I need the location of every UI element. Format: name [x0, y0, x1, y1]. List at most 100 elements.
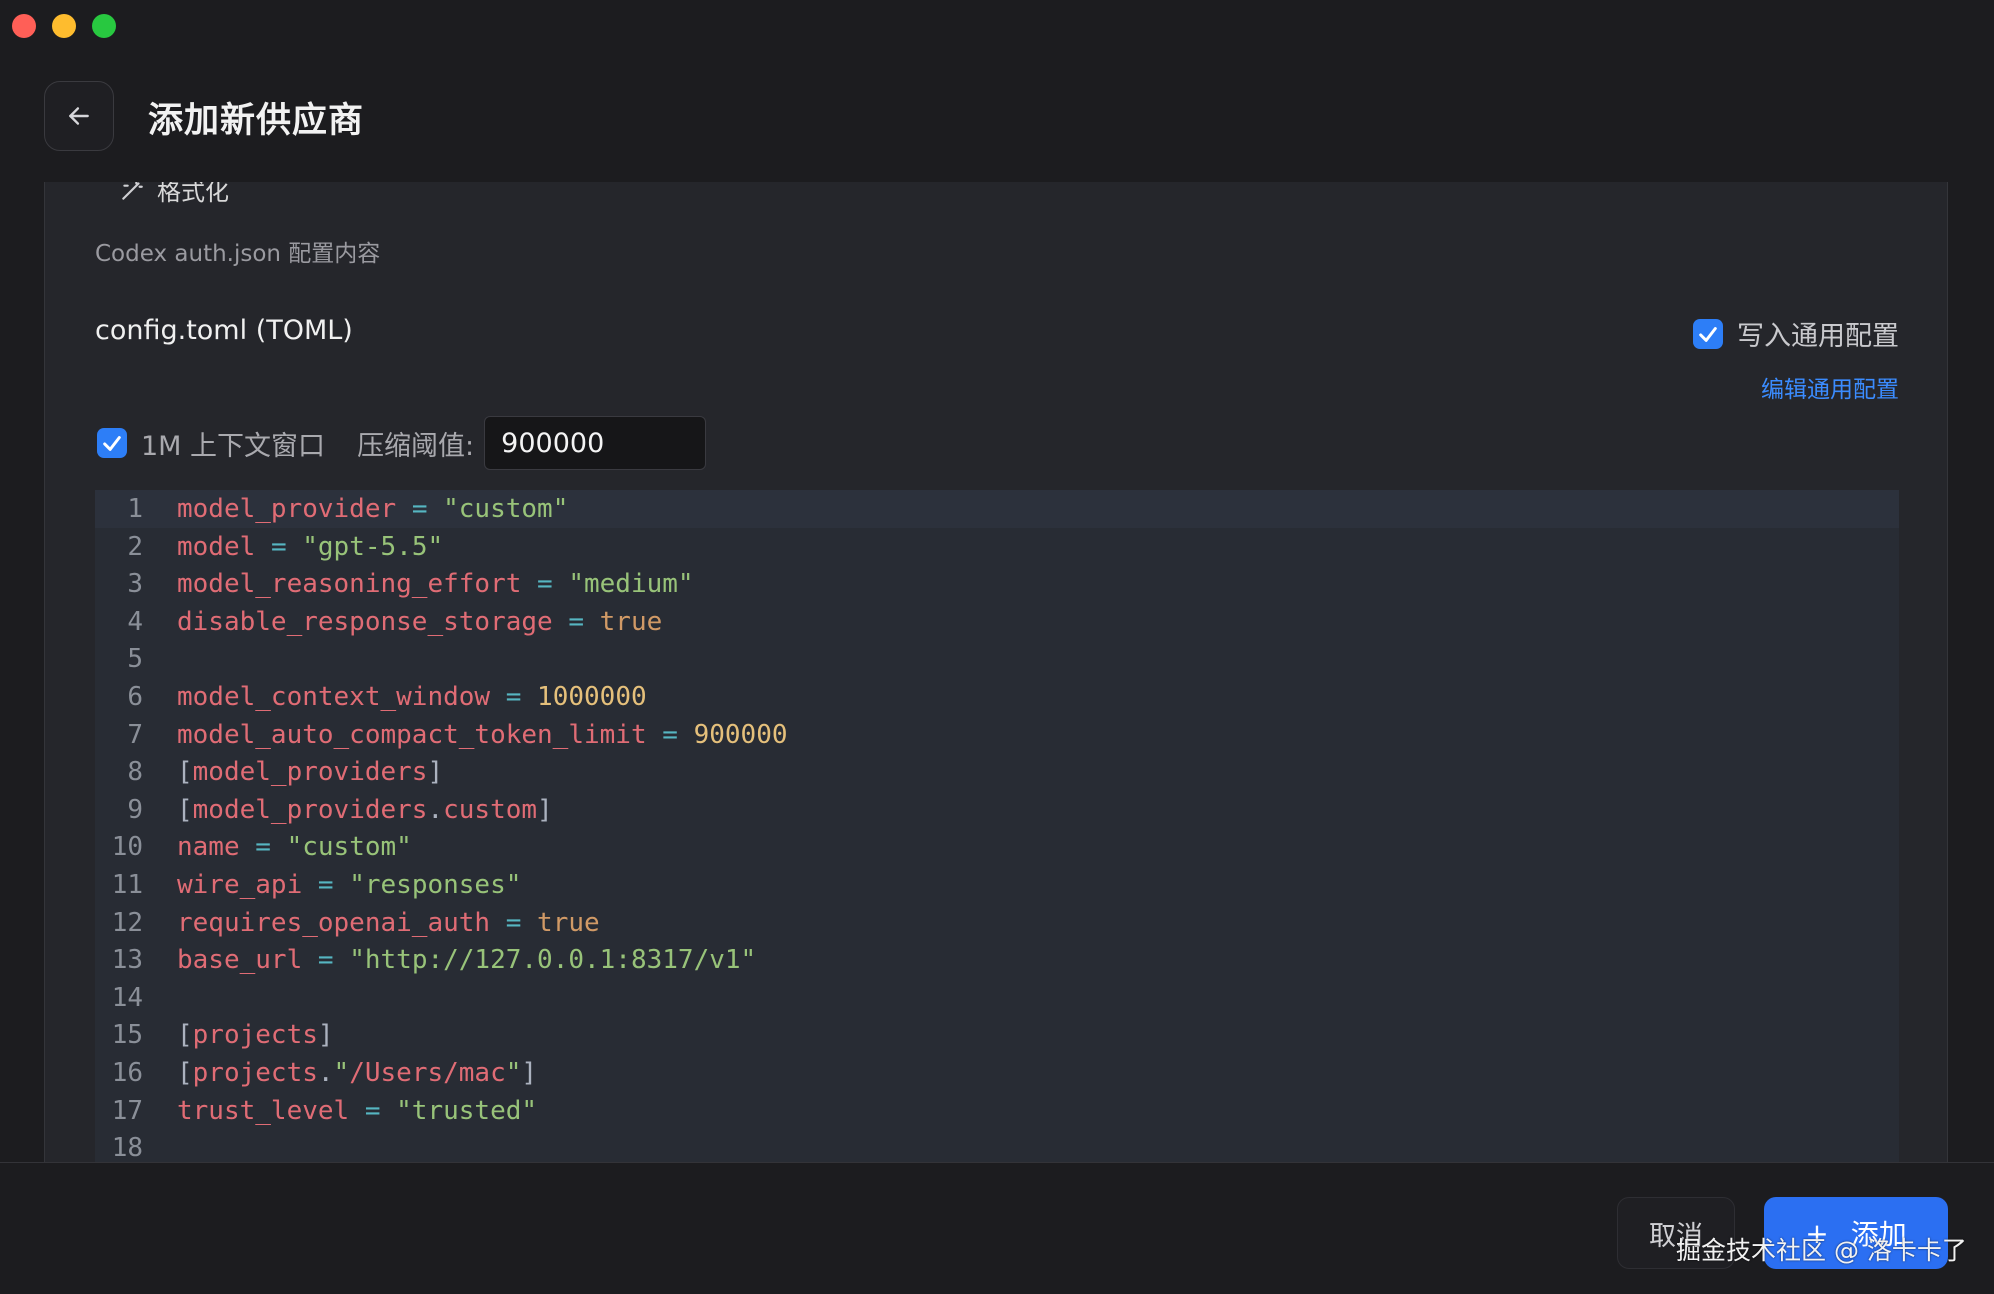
page-title: 添加新供应商 — [148, 101, 365, 141]
toml-code-editor[interactable]: 1 model_provider = "custom" 2 model = "gpt-… — [95, 490, 1899, 1162]
code-token: = — [364, 1095, 381, 1126]
code-token: projects — [192, 1058, 318, 1088]
code-token: name — [177, 832, 240, 863]
code-token: model_auto_compact_token_limit — [177, 719, 647, 750]
code-token: wire_api — [177, 870, 303, 900]
code-text: trust_level = "trusted" — [177, 1096, 537, 1126]
code-token: " — [505, 1058, 522, 1088]
format-label: 格式化 — [157, 182, 229, 206]
watermark: 掘金技术社区 @ 洛卡卡了 — [1676, 1236, 1967, 1265]
checkmark-icon — [1699, 326, 1717, 342]
write-common-config-toggle[interactable]: 写入通用配置 — [1693, 314, 1899, 353]
context-window-row: 1M 上下文窗口 压缩阈值: — [97, 416, 707, 470]
code-token: custom — [443, 794, 538, 825]
line-number: 10 — [111, 832, 143, 863]
line-number: 11 — [111, 870, 143, 900]
maximize-window-button[interactable] — [92, 14, 116, 38]
line-number: 15 — [111, 1020, 143, 1051]
edit-common-config-link[interactable]: 编辑通用配置 — [1761, 370, 1899, 404]
code-token: = — [568, 606, 584, 637]
code-line: 8 [model_providers] — [95, 753, 443, 791]
code-token: model_providers — [192, 794, 428, 825]
code-text: [projects."/Users/mac"] — [177, 1058, 537, 1088]
format-button[interactable]: 格式化 — [119, 182, 229, 207]
code-line: 5 — [95, 640, 177, 678]
code-line: 15 [projects] — [95, 1016, 334, 1054]
line-number: 7 — [127, 719, 143, 750]
line-number: 8 — [127, 757, 143, 788]
line-number: 4 — [127, 606, 143, 637]
arrow-left-icon — [69, 107, 89, 125]
code-token: 1000000 — [537, 682, 647, 712]
context-window-checkbox[interactable] — [97, 428, 127, 458]
minimize-window-button[interactable] — [52, 14, 76, 38]
code-token: = — [662, 719, 678, 750]
code-token: ] — [521, 1058, 538, 1088]
line-number: 6 — [127, 682, 143, 712]
code-line: 14 — [95, 979, 177, 1017]
app-window: 添加新供应商 格式化 Codex auth.json 配置内容 config.t… — [0, 0, 1994, 1294]
line-number: 16 — [111, 1058, 143, 1088]
code-text: model_context_window = 1000000 — [177, 682, 647, 712]
code-text: model_auto_compact_token_limit = 900000 — [177, 720, 788, 750]
code-token: true — [537, 907, 600, 938]
code-text: requires_openai_auth = true — [177, 908, 600, 938]
code-text: model_provider = "custom" — [177, 494, 568, 524]
code-line: 4 disable_response_storage = true — [95, 603, 662, 641]
code-token: "custom" — [443, 494, 569, 524]
code-token: = — [411, 494, 428, 524]
line-number: 9 — [127, 794, 143, 825]
context-window-label: 1M 上下文窗口 — [141, 430, 326, 462]
dialog-footer: 取消 + 添加 掘金技术社区 @ 洛卡卡了 — [0, 1162, 1994, 1294]
threshold-label: 压缩阈值: — [357, 430, 475, 462]
code-token: . — [317, 1058, 334, 1088]
code-token: trust_level — [177, 1095, 350, 1126]
code-token: ] — [537, 794, 553, 825]
line-number: 14 — [111, 982, 143, 1013]
code-token: = — [317, 945, 334, 976]
code-token: "custom" — [286, 832, 412, 863]
code-token: " — [333, 1058, 350, 1088]
code-token: = — [270, 531, 287, 562]
code-token: model_reasoning_effort — [177, 569, 522, 600]
code-token: = — [505, 907, 522, 938]
line-number: 5 — [127, 644, 143, 675]
code-line: 3 model_reasoning_effort = "medium" — [95, 565, 693, 603]
close-window-button[interactable] — [12, 14, 36, 38]
code-line: 13 base_url = "http://127.0.0.1:8317/v1" — [95, 941, 757, 979]
code-token: /Users/mac — [349, 1058, 506, 1088]
code-token: ] — [427, 757, 444, 788]
auth-json-description: Codex auth.json 配置内容 — [95, 241, 381, 267]
code-token: "http://127.0.0.1:8317/v1" — [349, 945, 757, 976]
back-button[interactable] — [44, 81, 114, 151]
code-line: 12 requires_openai_auth = true — [95, 904, 600, 942]
code-token: requires_openai_auth — [177, 907, 491, 938]
code-token: disable_response_storage — [177, 606, 553, 637]
threshold-input[interactable] — [484, 416, 707, 470]
code-token: projects — [192, 1020, 318, 1051]
code-line: 9 [model_providers.custom] — [95, 791, 553, 829]
magic-wand-icon — [122, 182, 143, 200]
code-token: model_providers — [192, 757, 428, 788]
line-number: 12 — [111, 907, 143, 938]
code-line: 17 trust_level = "trusted" — [95, 1092, 537, 1130]
code-text: wire_api = "responses" — [177, 870, 521, 900]
code-line: 18 — [95, 1129, 177, 1162]
code-token: [ — [177, 1020, 193, 1051]
code-text: base_url = "http://127.0.0.1:8317/v1" — [177, 945, 756, 975]
code-token: = — [255, 832, 271, 863]
code-line: 10 name = "custom" — [95, 828, 412, 866]
write-common-checkbox[interactable] — [1693, 318, 1723, 349]
